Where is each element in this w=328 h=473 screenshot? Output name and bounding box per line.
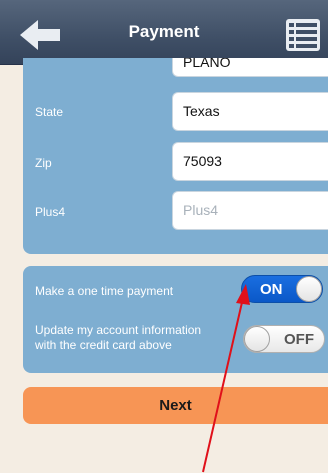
toggle-off-text: OFF xyxy=(284,331,314,348)
toggle-on-text: ON xyxy=(260,281,283,298)
payment-options-card: Make a one time payment ON Update my acc… xyxy=(23,266,328,373)
list-menu-icon xyxy=(286,19,320,51)
page-title: Payment xyxy=(128,22,200,41)
toggle-knob xyxy=(296,276,322,302)
zip-field[interactable]: 75093 xyxy=(172,142,328,181)
one-time-payment-label: Make a one time payment xyxy=(35,284,174,298)
update-account-label-line2: with the credit card above xyxy=(35,338,172,352)
state-label: State xyxy=(35,105,64,119)
plus4-field[interactable]: Plus4 xyxy=(172,191,328,230)
plus4-label: Plus4 xyxy=(35,205,66,219)
next-button[interactable]: Next xyxy=(23,387,328,424)
state-field[interactable]: Texas xyxy=(172,92,328,131)
one-time-payment-toggle[interactable]: ON xyxy=(241,275,323,303)
menu-button[interactable] xyxy=(285,18,321,52)
update-account-toggle[interactable]: OFF xyxy=(243,325,325,353)
city-field[interactable]: PLANO xyxy=(172,58,328,77)
update-account-label-line1: Update my account information xyxy=(35,323,202,337)
toggle-knob xyxy=(244,326,270,352)
zip-label: Zip xyxy=(35,156,52,170)
nav-header: Payment xyxy=(0,0,328,65)
